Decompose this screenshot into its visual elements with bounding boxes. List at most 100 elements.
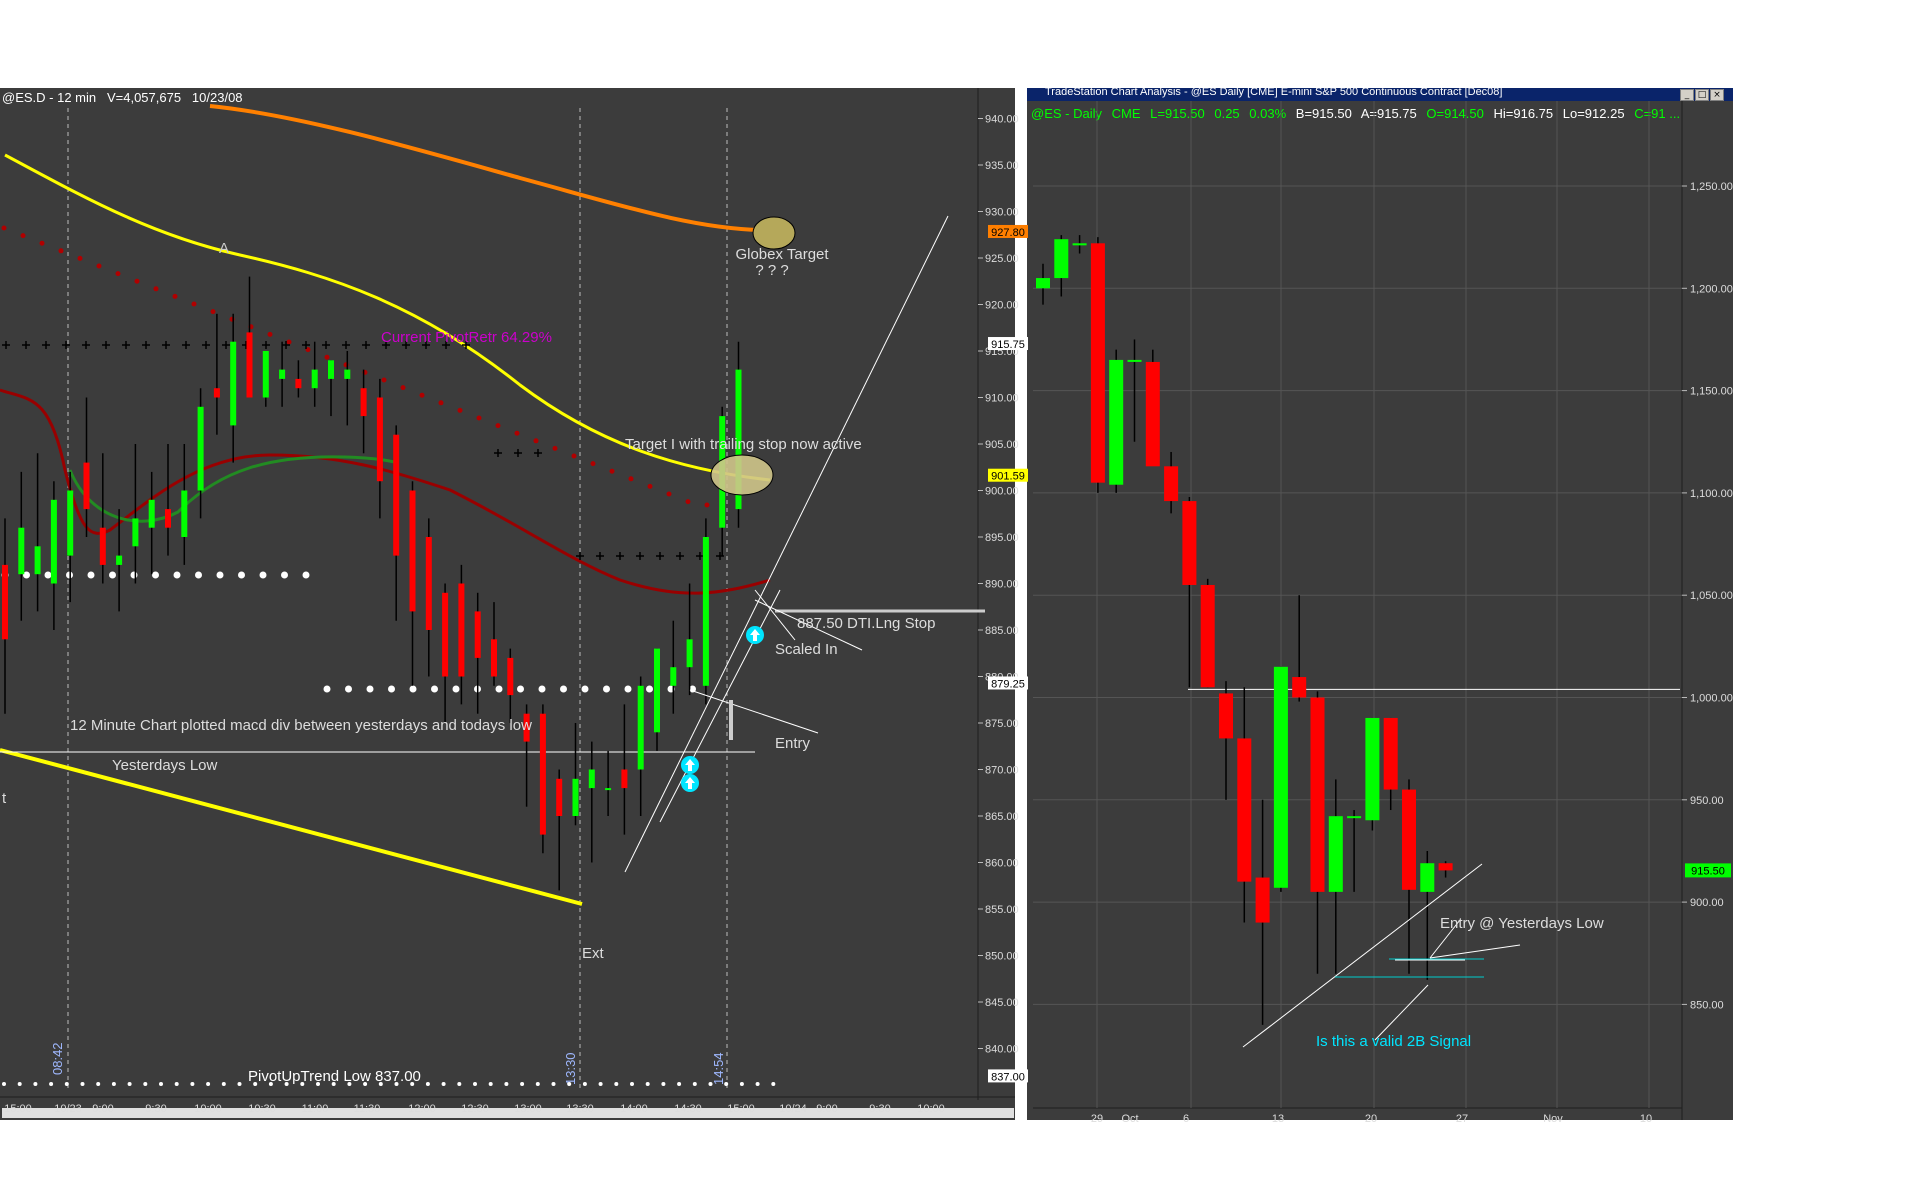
right-candle-body xyxy=(1054,239,1069,279)
white-dot-level xyxy=(345,685,352,693)
white-dot-pivot-low xyxy=(33,1082,38,1086)
white-dot-pivot-low xyxy=(190,1082,195,1086)
white-dot-level xyxy=(259,571,267,579)
right-candle-body xyxy=(1365,717,1380,821)
target-one-label: Target I with trailing stop now active xyxy=(625,436,862,453)
left-candle-body xyxy=(213,388,220,398)
t-label: t xyxy=(2,790,7,807)
entry-marker-bar xyxy=(729,700,733,740)
white-dot-pivot-low xyxy=(237,1082,242,1086)
left-time-tick-label: 9:30 xyxy=(145,1103,166,1115)
red-dotted-trail xyxy=(647,483,653,489)
left-price-tick-label: 860.00 xyxy=(985,858,1019,870)
white-dot-pivot-low xyxy=(755,1082,760,1086)
left-candle-body xyxy=(507,657,514,696)
white-dot-pivot-low xyxy=(614,1082,619,1086)
right-date-tick-label: 27 xyxy=(1456,1113,1468,1125)
left-candle-body xyxy=(279,369,286,379)
white-dot-level xyxy=(409,685,417,693)
right-date-tick-label: 29 xyxy=(1091,1113,1103,1125)
left-time-tick-label: 10:00 xyxy=(917,1103,945,1115)
red-dotted-trail xyxy=(1,225,7,231)
left-price-tick-label: 870.00 xyxy=(985,765,1019,777)
white-dot-pivot-low xyxy=(457,1082,462,1086)
left-candle-body xyxy=(246,332,253,398)
white-dot-level xyxy=(281,571,288,579)
right-candle-body xyxy=(1347,816,1362,819)
left-time-tick-label: 10:30 xyxy=(248,1103,276,1115)
white-dot-pivot-low xyxy=(504,1082,509,1086)
left-candle-body xyxy=(686,639,693,668)
left-candle-body xyxy=(442,592,449,677)
red-dotted-trail xyxy=(381,377,387,383)
left-time-tick-label: 13:30 xyxy=(566,1103,594,1115)
white-dot-level xyxy=(388,685,395,693)
right-price-tick-label: 1,050.00 xyxy=(1690,590,1733,602)
right-price-tick-label: 950.00 xyxy=(1690,795,1724,807)
globex-target-label: Globex Target xyxy=(735,246,829,263)
left-candle-body xyxy=(376,397,383,482)
chart-canvas: 940.00935.00930.00925.00920.00915.00910.… xyxy=(0,88,1733,1125)
left-price-marker-label: 915.75 xyxy=(991,339,1025,351)
current-pivot-label: Current PivotRetr 64.29% xyxy=(381,329,552,346)
right-price-tick-label: 900.00 xyxy=(1690,897,1724,909)
white-dot-pivot-low xyxy=(80,1082,85,1086)
left-candle-body xyxy=(197,406,204,491)
white-trendline xyxy=(624,215,949,873)
left-time-tick-label: 11:30 xyxy=(354,1103,381,1115)
right-date-tick-label: 13 xyxy=(1272,1113,1284,1125)
white-dot-pivot-low xyxy=(425,1082,430,1086)
white-dot-level xyxy=(302,571,310,579)
left-time-tick-label: 14:30 xyxy=(674,1103,702,1115)
red-dotted-trail xyxy=(571,453,577,459)
white-dot-pivot-low xyxy=(221,1082,226,1086)
left-time-tick-label: 12:30 xyxy=(461,1103,489,1115)
left-price-tick-label: 855.00 xyxy=(985,904,1019,916)
red-dotted-trail xyxy=(172,293,178,299)
right-entry-pointer xyxy=(1429,944,1521,959)
right-2b-pointer xyxy=(1374,984,1429,1041)
right-date-tick-label: 20 xyxy=(1365,1113,1377,1125)
right-last-price-label: 915.50 xyxy=(1691,865,1725,877)
right-candle-body xyxy=(1310,697,1325,892)
white-dot-pivot-low xyxy=(724,1082,729,1086)
right-candle-body xyxy=(1109,359,1124,485)
left-candle-body xyxy=(588,769,595,789)
white-dot-pivot-low xyxy=(96,1082,101,1086)
right-candle-body xyxy=(1090,243,1105,483)
left-time-tick-label: 9:00 xyxy=(92,1103,113,1115)
red-dotted-trail xyxy=(267,331,273,337)
left-candle-body xyxy=(99,527,106,565)
white-dot-level xyxy=(109,571,116,579)
right-candle-body xyxy=(1072,243,1087,246)
left-price-tick-label: 885.00 xyxy=(985,625,1019,637)
red-dotted-trail xyxy=(666,491,672,497)
red-dotted-trail xyxy=(628,476,634,482)
red-dotted-trail xyxy=(210,309,216,315)
right-candle-body xyxy=(1145,361,1160,467)
left-candle-body xyxy=(458,583,465,677)
globex-target-ellipse xyxy=(752,216,796,250)
right-price-tick-label: 1,200.00 xyxy=(1690,283,1733,295)
yellow-lower-trendline xyxy=(0,748,583,906)
white-dot-pivot-low xyxy=(174,1082,179,1086)
left-candle-body xyxy=(181,490,188,537)
right-candle-body xyxy=(1036,278,1050,289)
white-dot-level xyxy=(238,571,245,579)
left-price-tick-label: 895.00 xyxy=(985,532,1019,544)
left-candle-body xyxy=(393,434,400,556)
red-dotted-trail xyxy=(96,263,102,269)
left-candle-body xyxy=(18,527,25,575)
yellow-upper-band xyxy=(4,153,771,482)
left-time-tick-label: 15:00 xyxy=(4,1103,32,1115)
right-2b-label: Is this a valid 2B Signal xyxy=(1316,1033,1471,1050)
left-price-tick-label: 900.00 xyxy=(985,486,1019,498)
left-vertical-time-label: 13:30 xyxy=(563,1052,578,1085)
white-dot-pivot-low xyxy=(49,1082,54,1086)
white-dot-pivot-low xyxy=(551,1082,556,1086)
entry-label: Entry xyxy=(775,735,811,752)
white-dot-pivot-low xyxy=(159,1082,163,1086)
dark-red-moving-average xyxy=(0,388,771,595)
left-vertical-time-label: 14:54 xyxy=(711,1052,726,1085)
left-price-marker-label: 901.59 xyxy=(991,471,1025,483)
